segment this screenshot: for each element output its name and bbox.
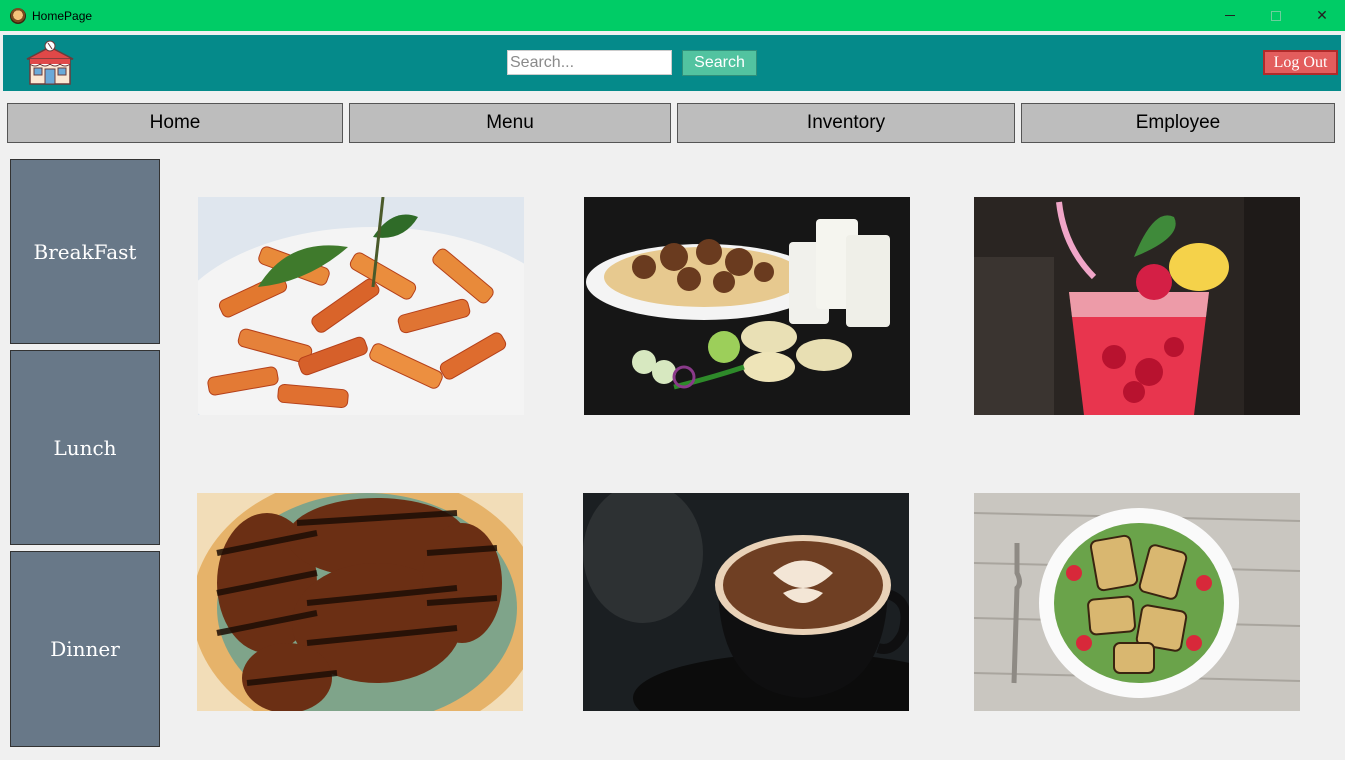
minimize-icon bbox=[1225, 15, 1235, 16]
close-button[interactable]: ✕ bbox=[1299, 0, 1345, 31]
salad-image[interactable] bbox=[974, 493, 1300, 711]
nav-menu-button[interactable]: Menu bbox=[349, 103, 671, 143]
maximize-button[interactable] bbox=[1253, 0, 1299, 31]
app-icon bbox=[10, 7, 26, 24]
sidebar-item-breakfast[interactable]: BreakFast bbox=[10, 159, 160, 344]
sidebar-item-dinner[interactable]: Dinner bbox=[10, 551, 160, 747]
app-header: Search Log Out bbox=[3, 35, 1341, 91]
logout-button[interactable]: Log Out bbox=[1263, 50, 1338, 75]
restaurant-logo-icon bbox=[26, 40, 74, 85]
sidebar-item-lunch[interactable]: Lunch bbox=[10, 350, 160, 545]
pasta-image[interactable] bbox=[198, 197, 524, 415]
window-title: HomePage bbox=[32, 8, 93, 23]
grilled-chicken-image[interactable] bbox=[197, 493, 523, 711]
maximize-icon bbox=[1271, 10, 1281, 21]
window-titlebar: HomePage ✕ bbox=[0, 0, 1345, 31]
coffee-image[interactable] bbox=[583, 493, 909, 711]
close-icon: ✕ bbox=[1316, 7, 1328, 23]
biryani-image[interactable] bbox=[584, 197, 910, 415]
search-input[interactable] bbox=[507, 50, 672, 75]
search-button[interactable]: Search bbox=[682, 50, 757, 76]
nav-home-button[interactable]: Home bbox=[7, 103, 343, 143]
nav-employee-button[interactable]: Employee bbox=[1021, 103, 1335, 143]
minimize-button[interactable] bbox=[1207, 0, 1253, 31]
nav-inventory-button[interactable]: Inventory bbox=[677, 103, 1015, 143]
drink-image[interactable] bbox=[974, 197, 1300, 415]
